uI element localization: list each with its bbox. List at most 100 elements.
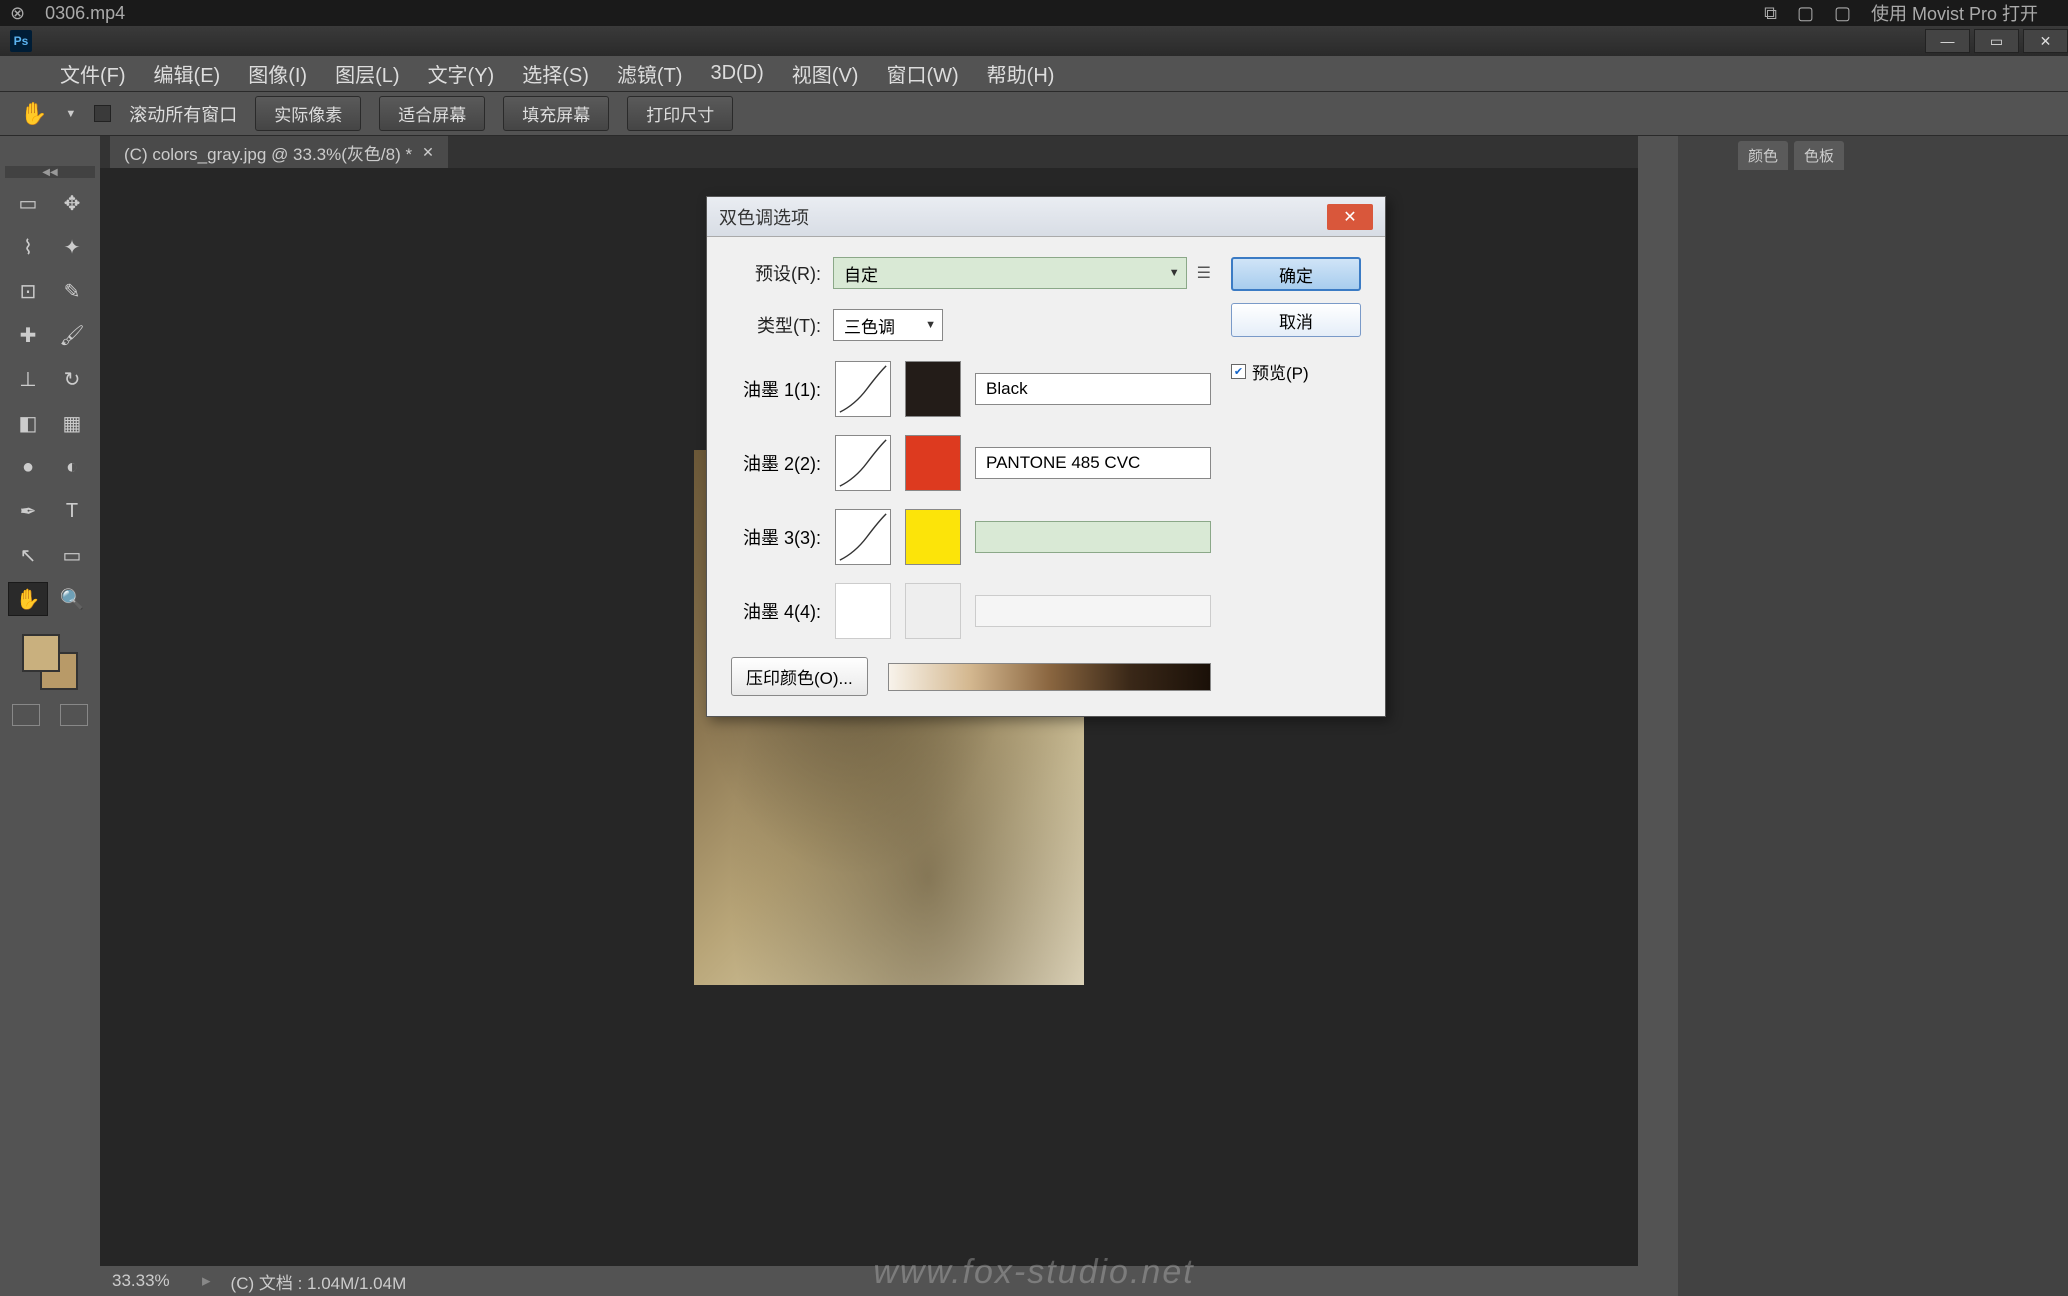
brush-tool[interactable]: 🖌 bbox=[52, 318, 92, 352]
menu-help[interactable]: 帮助(H) bbox=[987, 59, 1055, 88]
close-button[interactable]: ✕ bbox=[2023, 29, 2068, 53]
fill-screen-button[interactable]: 填充屏幕 bbox=[503, 96, 609, 131]
win-icon[interactable]: ⧉ bbox=[1764, 3, 1777, 24]
eyedropper-tool[interactable]: ✎ bbox=[52, 274, 92, 308]
ink-color-swatch[interactable] bbox=[905, 361, 961, 417]
tool-dropdown-icon[interactable]: ▼ bbox=[65, 108, 76, 120]
eraser-tool[interactable]: ◧ bbox=[8, 406, 48, 440]
menu-view[interactable]: 视图(V) bbox=[792, 59, 859, 88]
type-tool[interactable]: T bbox=[52, 494, 92, 528]
document-tab[interactable]: (C) colors_gray.jpg @ 33.3%(灰色/8) * ✕ bbox=[110, 136, 448, 168]
standard-mode-icon[interactable] bbox=[12, 704, 40, 726]
win-icon-2[interactable]: ▢ bbox=[1797, 3, 1814, 24]
menu-3d[interactable]: 3D(D) bbox=[710, 62, 763, 85]
scroll-all-label: 滚动所有窗口 bbox=[129, 101, 237, 127]
close-dot[interactable]: ⊗ bbox=[10, 3, 25, 24]
mask-mode-row bbox=[12, 704, 88, 726]
right-collapse-strip[interactable] bbox=[1638, 136, 1678, 1296]
ink-name-field[interactable] bbox=[975, 521, 1211, 553]
menu-filter[interactable]: 滤镜(T) bbox=[617, 59, 683, 88]
ink-color-swatch[interactable] bbox=[905, 509, 961, 565]
video-filename: 0306.mp4 bbox=[45, 3, 125, 24]
color-swatches[interactable] bbox=[22, 634, 78, 690]
overprint-colors-button[interactable]: 压印颜色(O)... bbox=[731, 657, 868, 696]
menu-edit[interactable]: 编辑(E) bbox=[154, 59, 221, 88]
dialog-title-label: 双色调选项 bbox=[719, 204, 809, 230]
photoshop-window: Ps — ▭ ✕ 文件(F) 编辑(E) 图像(I) 图层(L) 文字(Y) 选… bbox=[0, 26, 2068, 1296]
preset-dropdown[interactable]: 自定 ▼ bbox=[833, 257, 1187, 289]
history-brush-tool[interactable]: ↻ bbox=[52, 362, 92, 396]
scroll-all-checkbox[interactable] bbox=[94, 105, 111, 122]
menu-file[interactable]: 文件(F) bbox=[60, 59, 126, 88]
foreground-color-swatch[interactable] bbox=[22, 634, 60, 672]
ink-curve-box[interactable] bbox=[835, 509, 891, 565]
crop-tool[interactable]: ⊡ bbox=[8, 274, 48, 308]
doc-info[interactable]: (C) 文档 : 1.04M/1.04M bbox=[231, 1269, 407, 1294]
hand-tool[interactable]: ✋ bbox=[8, 582, 48, 616]
menu-image[interactable]: 图像(I) bbox=[248, 59, 307, 88]
panel-tab-color[interactable]: 颜色 bbox=[1738, 141, 1788, 170]
ink-name-field[interactable]: Black bbox=[975, 373, 1211, 405]
menu-select[interactable]: 选择(S) bbox=[522, 59, 589, 88]
zoom-field[interactable]: 33.33% bbox=[112, 1271, 182, 1291]
maximize-button[interactable]: ▭ bbox=[1974, 29, 2019, 53]
preset-menu-icon[interactable]: ☰ bbox=[1197, 263, 1211, 283]
dialog-titlebar[interactable]: 双色调选项 ✕ bbox=[707, 197, 1385, 237]
ink-row-3: 油墨 3(3): bbox=[731, 509, 1211, 565]
screen-mode-icon[interactable] bbox=[60, 704, 88, 726]
os-titlebar: ⊗ 0306.mp4 ⧉ ▢ ▢ 使用 Movist Pro 打开 bbox=[0, 0, 2068, 26]
pen-tool[interactable]: ✒ bbox=[8, 494, 48, 528]
ink-row-1: 油墨 1(1): Black bbox=[731, 361, 1211, 417]
ok-button[interactable]: 确定 bbox=[1231, 257, 1361, 291]
right-panel-area: 颜色 色板 bbox=[1678, 136, 2068, 1296]
preset-label: 预设(R): bbox=[731, 260, 821, 286]
gradient-preview bbox=[888, 663, 1211, 691]
lasso-tool[interactable]: ⌇ bbox=[8, 230, 48, 264]
ink-color-swatch bbox=[905, 583, 961, 639]
menu-type[interactable]: 文字(Y) bbox=[428, 59, 495, 88]
move-tool[interactable]: ✥ bbox=[52, 186, 92, 220]
info-arrow-icon[interactable]: ▸ bbox=[202, 1271, 211, 1291]
fit-screen-button[interactable]: 适合屏幕 bbox=[379, 96, 485, 131]
panel-tab-swatches[interactable]: 色板 bbox=[1794, 141, 1844, 170]
dropdown-arrow-icon: ▼ bbox=[1169, 267, 1180, 279]
quick-select-tool[interactable]: ✦ bbox=[52, 230, 92, 264]
dropdown-arrow-icon: ▼ bbox=[925, 319, 936, 331]
type-label: 类型(T): bbox=[731, 312, 821, 338]
menu-layer[interactable]: 图层(L) bbox=[335, 59, 399, 88]
ink-label: 油墨 1(1): bbox=[731, 376, 821, 402]
tools-collapse[interactable]: ◀◀ bbox=[5, 166, 95, 178]
print-size-button[interactable]: 打印尺寸 bbox=[627, 96, 733, 131]
minimize-button[interactable]: — bbox=[1925, 29, 1970, 53]
ink-label: 油墨 3(3): bbox=[731, 524, 821, 550]
ink-name-field[interactable]: PANTONE 485 CVC bbox=[975, 447, 1211, 479]
preview-checkbox[interactable]: ✔ bbox=[1231, 364, 1246, 379]
close-tab-icon[interactable]: ✕ bbox=[422, 144, 434, 161]
ink-color-swatch[interactable] bbox=[905, 435, 961, 491]
stamp-tool[interactable]: ⊥ bbox=[8, 362, 48, 396]
duotone-options-dialog: 双色调选项 ✕ 预设(R): 自定 ▼ ☰ 类型(T): 三色调 bbox=[706, 196, 1386, 717]
ink-curve-box[interactable] bbox=[835, 435, 891, 491]
menu-window[interactable]: 窗口(W) bbox=[886, 59, 958, 88]
shape-tool[interactable]: ▭ bbox=[52, 538, 92, 572]
preview-label: 预览(P) bbox=[1252, 359, 1309, 384]
ps-titlebar: Ps — ▭ ✕ bbox=[0, 26, 2068, 56]
marquee-tool[interactable]: ▭ bbox=[8, 186, 48, 220]
blur-tool[interactable]: ● bbox=[8, 450, 48, 484]
cancel-button[interactable]: 取消 bbox=[1231, 303, 1361, 337]
open-with-label[interactable]: 使用 Movist Pro 打开 bbox=[1871, 0, 2038, 26]
ink-row-2: 油墨 2(2):PANTONE 485 CVC bbox=[731, 435, 1211, 491]
gradient-tool[interactable]: ▦ bbox=[52, 406, 92, 440]
actual-pixels-button[interactable]: 实际像素 bbox=[255, 96, 361, 131]
type-dropdown[interactable]: 三色调 ▼ bbox=[833, 309, 943, 341]
dodge-tool[interactable]: ◐ bbox=[52, 450, 92, 484]
ink-curve-box[interactable] bbox=[835, 361, 891, 417]
hand-tool-icon[interactable]: ✋ bbox=[20, 101, 47, 127]
heal-tool[interactable]: ✚ bbox=[8, 318, 48, 352]
path-select-tool[interactable]: ↖ bbox=[8, 538, 48, 572]
win-icon-3[interactable]: ▢ bbox=[1834, 3, 1851, 24]
zoom-tool[interactable]: 🔍 bbox=[52, 582, 92, 616]
dialog-close-button[interactable]: ✕ bbox=[1327, 204, 1373, 230]
type-value: 三色调 bbox=[844, 313, 895, 338]
preset-value: 自定 bbox=[844, 261, 878, 286]
